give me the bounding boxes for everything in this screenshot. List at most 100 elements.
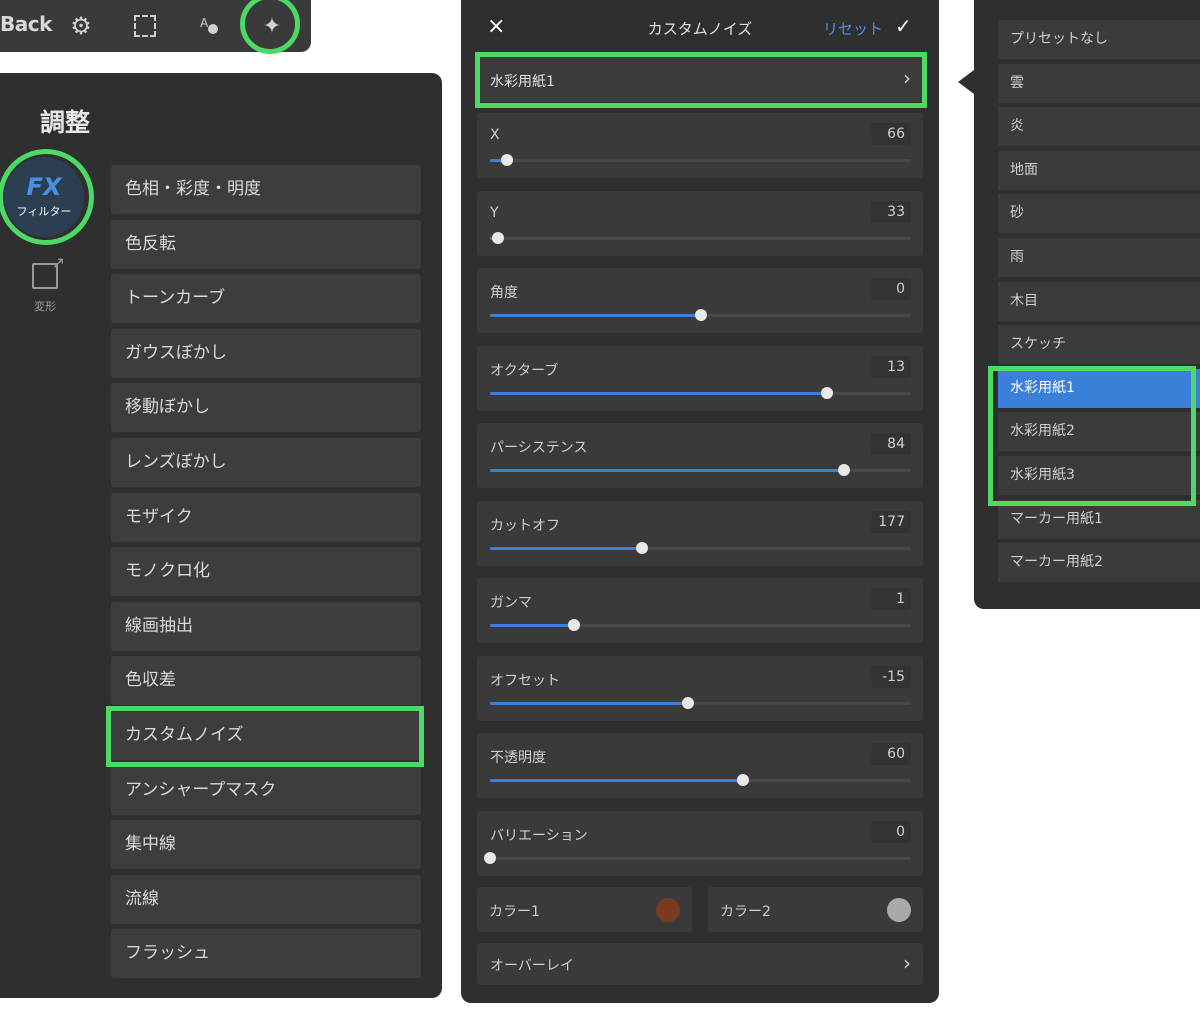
tab-transform[interactable]: 変形 xyxy=(20,253,70,314)
filter-item[interactable]: レンズぼかし xyxy=(111,437,421,487)
filter-item[interactable]: 集中線 xyxy=(111,820,421,870)
reset-button[interactable]: リセット xyxy=(823,18,883,39)
gear-icon[interactable]: ⚙ xyxy=(66,11,96,41)
slider-row: Y 33 xyxy=(477,190,923,256)
slider-value-field[interactable]: 66 xyxy=(871,123,911,145)
slider-fill xyxy=(490,314,701,317)
preset-item[interactable]: スケッチ xyxy=(998,325,1200,365)
slider-track[interactable] xyxy=(490,309,911,321)
back-button[interactable]: Back xyxy=(0,12,52,36)
slider-track[interactable] xyxy=(484,851,911,864)
slider-row: パーシステンス 84 xyxy=(477,423,923,488)
slider-knob[interactable] xyxy=(500,154,513,166)
slider-track[interactable] xyxy=(490,464,911,476)
highlight-box-preset xyxy=(475,52,927,108)
overlay-selector[interactable]: オーバーレイ › xyxy=(477,943,923,985)
slider-track[interactable] xyxy=(490,774,911,786)
slider-knob[interactable] xyxy=(681,696,694,709)
slider-value-field[interactable]: 1 xyxy=(871,588,911,610)
slider-value-field[interactable]: 60 xyxy=(871,743,911,765)
slider-value-field[interactable]: 33 xyxy=(871,200,911,223)
slider-value-field[interactable]: 0 xyxy=(871,278,911,300)
filter-item[interactable]: 流線 xyxy=(111,874,421,924)
slider-track[interactable] xyxy=(490,619,911,631)
preset-item[interactable]: 木目 xyxy=(998,281,1200,321)
filter-item[interactable]: アンシャープマスク xyxy=(111,765,421,815)
slider-label: 角度 xyxy=(490,285,518,301)
slider-fill xyxy=(490,779,743,782)
filter-item[interactable]: 移動ぼかし xyxy=(111,383,421,433)
slider-knob[interactable] xyxy=(635,541,648,554)
slider-value-field[interactable]: -15 xyxy=(871,665,911,688)
slider-fill xyxy=(490,391,827,395)
slider-track[interactable] xyxy=(490,386,911,399)
color1-swatch[interactable] xyxy=(656,898,680,922)
highlight-box-custom-noise xyxy=(106,706,424,767)
slider-value-field[interactable]: 13 xyxy=(871,355,911,378)
preset-item[interactable]: 砂 xyxy=(998,194,1200,234)
filter-item[interactable]: 線画抽出 xyxy=(111,601,421,651)
slider-track[interactable] xyxy=(490,231,911,244)
slider-row: ガンマ 1 xyxy=(477,578,923,643)
slider-row: 角度 0 xyxy=(477,268,923,333)
custom-noise-panel: × カスタムノイズ リセット ✓ 水彩用紙1 › X 66 Y 33 角度 0 オクターブ 1… xyxy=(461,0,939,1003)
slider-fill xyxy=(490,546,642,550)
slider-knob[interactable] xyxy=(837,464,850,476)
slider-knob[interactable] xyxy=(568,619,581,631)
slider-row: X 66 xyxy=(477,113,923,178)
slider-row: バリエーション 0 xyxy=(477,810,923,876)
preset-item[interactable]: 炎 xyxy=(998,107,1200,147)
color2-field[interactable]: カラー2 xyxy=(708,887,923,932)
popover-arrow xyxy=(958,70,974,94)
transform-icon xyxy=(32,253,65,289)
filter-item[interactable]: 色反転 xyxy=(111,219,421,269)
selection-icon[interactable] xyxy=(130,11,160,41)
slider-knob[interactable] xyxy=(736,774,749,786)
color2-swatch[interactable] xyxy=(887,898,911,922)
preset-item[interactable]: 地面 xyxy=(998,150,1200,190)
slider-label: パーシステンス xyxy=(490,440,588,456)
color1-label: カラー1 xyxy=(489,904,540,920)
chevron-right-icon: › xyxy=(903,951,911,975)
svg-text:A: A xyxy=(200,16,209,30)
highlight-ring-filter xyxy=(0,149,94,245)
preset-item[interactable]: マーカー用紙2 xyxy=(998,543,1200,583)
filter-item[interactable]: トーンカーブ xyxy=(111,274,421,324)
preset-item[interactable]: 雨 xyxy=(998,237,1200,277)
text-shape-icon[interactable]: A xyxy=(195,11,225,41)
slider-label: X xyxy=(490,127,500,143)
filter-item[interactable]: ガウスぼかし xyxy=(111,328,421,378)
adjustments-panel: 調整 FX フィルター 変形 色相・彩度・明度 色反転 トーンカーブ ガウスぼか… xyxy=(0,73,442,998)
filter-item[interactable]: モノクロ化 xyxy=(111,547,421,597)
slider-label: Y xyxy=(490,204,499,221)
slider-row: オクターブ 13 xyxy=(477,345,923,411)
slider-value-field[interactable]: 84 xyxy=(871,433,911,455)
filter-item[interactable]: フラッシュ xyxy=(111,929,421,979)
color1-field[interactable]: カラー1 xyxy=(477,887,692,932)
slider-track[interactable] xyxy=(490,154,911,166)
slider-row: オフセット -15 xyxy=(477,655,923,721)
slider-row: 不透明度 60 xyxy=(477,733,923,798)
slider-label: バリエーション xyxy=(490,827,588,844)
slider-track[interactable] xyxy=(490,696,911,709)
slider-track[interactable] xyxy=(490,541,911,554)
filter-item[interactable]: モザイク xyxy=(111,492,421,542)
slider-fill xyxy=(490,701,688,705)
slider-knob[interactable] xyxy=(820,386,833,399)
slider-value-field[interactable]: 177 xyxy=(871,510,911,533)
slider-label: オフセット xyxy=(490,672,560,689)
preset-item[interactable]: 雲 xyxy=(998,63,1200,103)
filter-item[interactable]: 色収差 xyxy=(111,656,421,706)
preset-popover: プリセットなし雲炎地面砂雨木目 スケッチ 水彩用紙1 水彩用紙2 水彩用紙3 マーカー用紙… xyxy=(974,0,1200,609)
filter-item[interactable]: 色相・彩度・明度 xyxy=(111,165,421,214)
slider-knob[interactable] xyxy=(492,231,505,244)
check-icon[interactable]: ✓ xyxy=(895,14,912,38)
slider-knob[interactable] xyxy=(694,309,707,321)
slider-fill xyxy=(490,624,575,627)
preset-item[interactable]: プリセットなし xyxy=(998,20,1200,59)
slider-label: ガンマ xyxy=(490,595,532,611)
slider-value-field[interactable]: 0 xyxy=(871,820,911,843)
tab-transform-label: 変形 xyxy=(34,300,56,313)
highlight-box-watercolor-presets xyxy=(988,366,1196,506)
slider-knob[interactable] xyxy=(484,851,496,864)
